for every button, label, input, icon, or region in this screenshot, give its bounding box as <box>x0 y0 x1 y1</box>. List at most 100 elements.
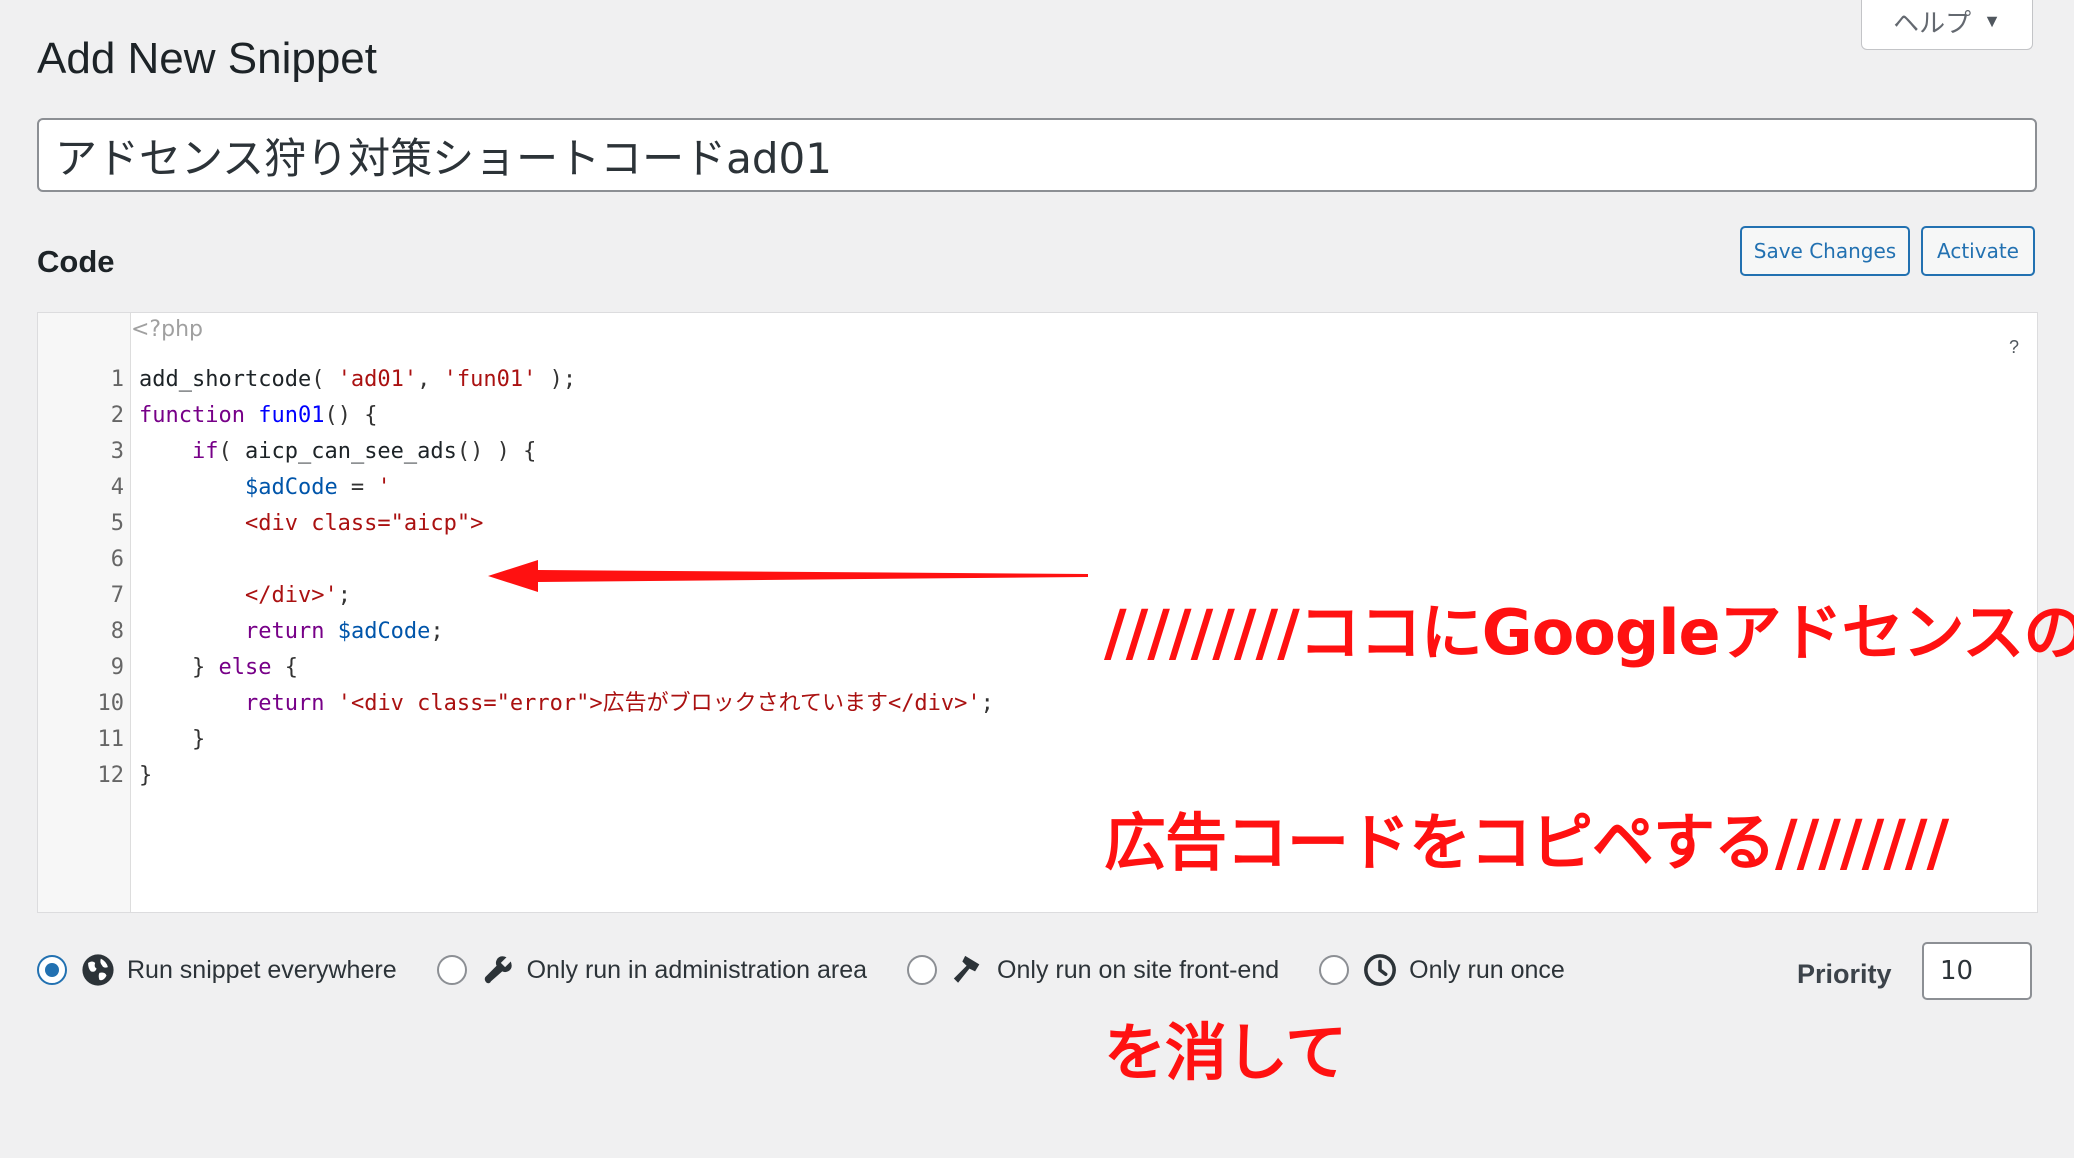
line-number: 7 <box>110 583 124 608</box>
line-number: 9 <box>110 655 124 680</box>
line-code: return '<div class="error">広告がブロックされています… <box>139 686 994 722</box>
code-token: } <box>139 655 219 680</box>
code-token: function <box>139 403 245 428</box>
hammer-icon <box>953 955 980 983</box>
line-code: $adCode = ' <box>139 470 391 506</box>
line-number: 3 <box>110 439 124 464</box>
arrow-shape <box>488 560 1088 592</box>
code-token: else <box>218 655 272 680</box>
line-number: 12 <box>97 763 125 788</box>
code-token: () { <box>324 403 378 428</box>
annotation-line: を消して <box>1104 1016 1347 1089</box>
line-code: if( aicp_can_see_ads() ) { <box>139 434 536 470</box>
code-token: $adCode <box>337 619 431 644</box>
clock-icon <box>1364 954 1397 986</box>
code-token: if <box>191 439 219 464</box>
code-token: = <box>337 475 378 500</box>
line-number: 2 <box>110 403 124 428</box>
code-token: { <box>271 655 298 680</box>
code-token: ( <box>311 367 338 392</box>
save-changes-button[interactable]: Save Changes <box>1740 226 1910 276</box>
code-token: '<div class="error">広告がブロックされています</div>' <box>337 691 981 716</box>
code-token: fun01 <box>258 403 325 428</box>
help-tab[interactable]: ヘルプ ▼ <box>1861 0 2033 50</box>
annotation-line: 広告コードをコピペする//////// <box>1104 806 1949 879</box>
code-token: ; <box>980 691 994 716</box>
run-admin-radio[interactable] <box>436 955 467 985</box>
code-token: ); <box>536 367 577 392</box>
code-token: 'fun01' <box>443 367 537 392</box>
code-token: ' <box>377 475 391 500</box>
line-code: add_shortcode( 'ad01', 'fun01' ); <box>139 362 576 398</box>
annotation-line: /////////ココにGoogleアドセンスの <box>1104 596 2074 669</box>
line-code: } <box>139 758 152 794</box>
code-line: 1 add_shortcode( 'ad01', 'fun01' ); <box>38 362 1038 398</box>
code-token: 'ad01' <box>337 367 418 392</box>
line-code: } else { <box>139 650 298 686</box>
code-line: 4 $adCode = ' <box>38 470 1038 506</box>
run-option-everywhere[interactable]: Run snippet everywhere <box>37 953 397 987</box>
run-once-label: Only run once <box>1409 955 1565 984</box>
run-once-radio[interactable] <box>1319 955 1350 985</box>
line-number: 11 <box>97 727 125 752</box>
run-option-admin[interactable]: Only run in administration area <box>436 953 868 987</box>
activate-button[interactable]: Activate <box>1921 226 2035 276</box>
code-token: , <box>417 367 444 392</box>
run-admin-label: Only run in administration area <box>526 955 868 984</box>
code-line: 11 } <box>38 722 1038 758</box>
chevron-down-icon: ▼ <box>1983 11 2001 31</box>
php-open-tag: <?php <box>131 317 203 342</box>
run-everywhere-radio[interactable] <box>37 955 67 985</box>
editor-help-link[interactable]: ? <box>2009 337 2019 358</box>
priority-input[interactable] <box>1922 942 2032 1000</box>
priority-label: Priority <box>1797 959 1892 989</box>
code-line: 10 return '<div class="error">広告がブロックされて… <box>38 686 1038 722</box>
line-code: <div class="aicp"> <box>139 506 483 542</box>
snippet-title-input[interactable] <box>37 118 2037 192</box>
line-code: </div>'; <box>139 578 351 614</box>
code-token: <div class="aicp"> <box>244 511 484 536</box>
line-code: } <box>139 722 205 758</box>
annotation-text: /////////ココにGoogleアドセンスの 広告コードをコピペする////… <box>1104 458 2074 1158</box>
code-line: 12} <box>38 758 1038 794</box>
code-line: 9 } else { <box>38 650 1038 686</box>
code-token: return <box>244 691 325 716</box>
code-token: ; <box>337 583 351 608</box>
code-token: aicp_can_see_ads <box>244 439 457 464</box>
run-front-end-radio[interactable] <box>907 955 938 985</box>
globe-icon <box>82 954 114 986</box>
code-token: add_shortcode <box>139 367 312 392</box>
code-token: </div>' <box>244 583 338 608</box>
line-code: return $adCode; <box>139 614 444 650</box>
line-number: 8 <box>110 619 124 644</box>
code-token: () ) { <box>456 439 537 464</box>
run-scope-options: Run snippet everywhere Only run in admin… <box>37 948 1605 992</box>
line-number: 10 <box>97 691 125 716</box>
code-section-label: Code <box>37 244 115 279</box>
run-front-end-label: Only run on site front-end <box>997 955 1280 984</box>
code-line: 8 return $adCode; <box>38 614 1038 650</box>
run-option-front-end[interactable]: Only run on site front-end <box>907 953 1279 987</box>
run-everywhere-label: Run snippet everywhere <box>127 955 397 984</box>
line-number: 6 <box>110 547 124 572</box>
line-number: 4 <box>110 475 124 500</box>
code-line: 5 <div class="aicp"> <box>38 506 1038 542</box>
code-line: 2 function fun01() { <box>38 398 1038 434</box>
code-line: 3 if( aicp_can_see_ads() ) { <box>38 434 1038 470</box>
line-number: 1 <box>110 367 124 392</box>
wrench-icon <box>484 956 512 984</box>
code-token: } <box>139 727 206 752</box>
code-token: ; <box>430 619 444 644</box>
line-code: function fun01() { <box>139 398 377 434</box>
help-tab-label: ヘルプ <box>1893 8 1972 38</box>
code-token: } <box>139 763 153 788</box>
run-option-once[interactable]: Only run once <box>1319 953 1565 987</box>
